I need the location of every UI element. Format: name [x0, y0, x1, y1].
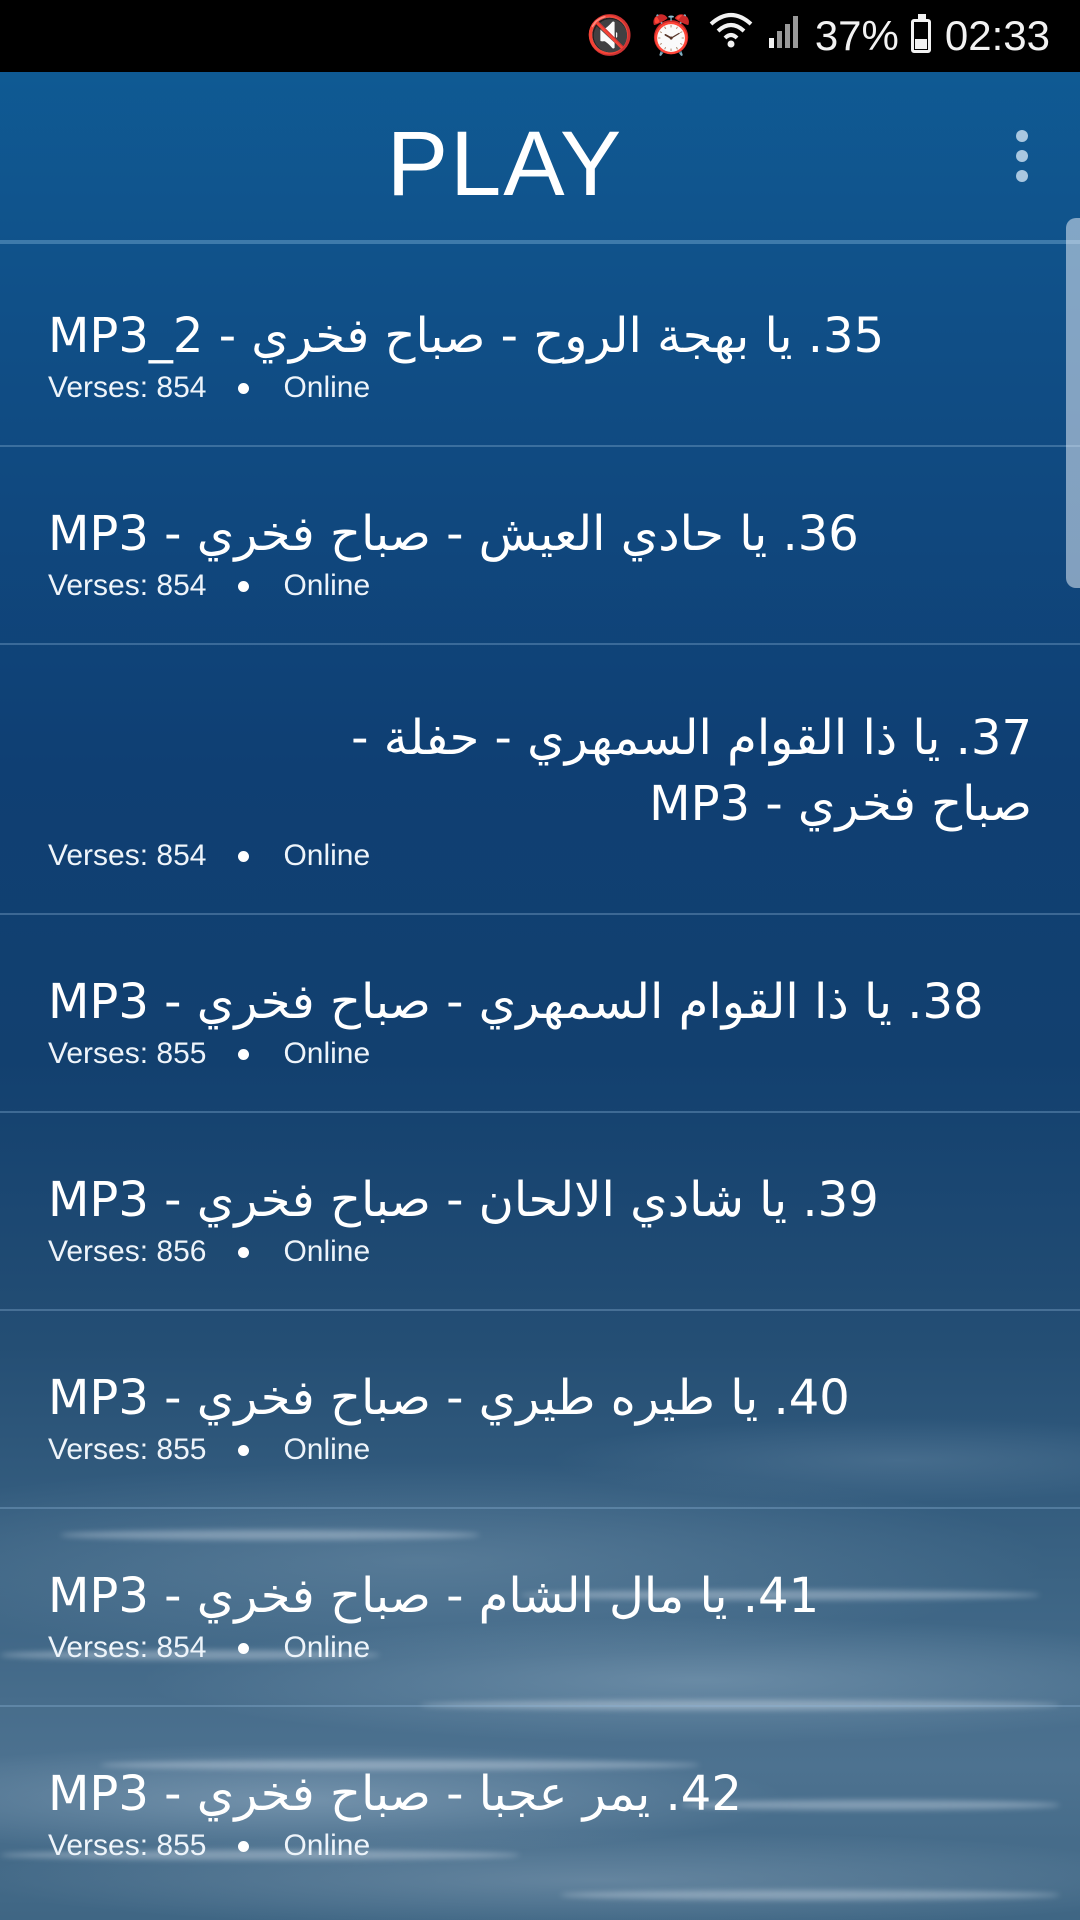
track-meta: Verses: 854 Online [48, 569, 1032, 603]
battery-icon [910, 14, 931, 53]
wifi-icon [709, 0, 753, 72]
track-status: Online [283, 839, 371, 872]
track-verses: Verses: 854 [48, 569, 207, 602]
track-verses: Verses: 856 [48, 1235, 207, 1268]
dot-separator-icon [238, 1444, 250, 1456]
list-item[interactable]: 39. يا شادي الالحان - صباح فخري - MP3 Ve… [0, 1113, 1080, 1311]
track-status: Online [283, 1433, 371, 1466]
track-list[interactable]: 35. يا بهجة الروح - صباح فخري - MP3_2 Ve… [0, 249, 1080, 1903]
track-title: 35. يا بهجة الروح - صباح فخري - MP3_2 [48, 308, 885, 364]
track-status: Online [283, 1037, 371, 1070]
alarm-icon: ⏰ [647, 15, 695, 57]
track-verses: Verses: 854 [48, 371, 207, 404]
dot-separator-icon [238, 1840, 250, 1852]
track-meta: Verses: 854 Online [48, 839, 1032, 873]
track-status: Online [283, 569, 371, 602]
page-title: PLAY [386, 113, 624, 215]
track-verses: Verses: 855 [48, 1037, 207, 1070]
track-status: Online [283, 1829, 371, 1862]
track-title: 41. يا مال الشام - صباح فخري - MP3 [48, 1568, 820, 1624]
signal-icon [767, 0, 801, 72]
track-title: 38. يا ذا القوام السمهري - صباح فخري - M… [48, 974, 984, 1030]
track-title: 42. يمر عجبا - صباح فخري - MP3 [48, 1766, 742, 1822]
track-meta: Verses: 855 Online [48, 1037, 1032, 1071]
track-meta: Verses: 856 Online [48, 1235, 1032, 1269]
track-status: Online [283, 1631, 371, 1664]
track-status: Online [283, 371, 371, 404]
list-item[interactable]: 42. يمر عجبا - صباح فخري - MP3 Verses: 8… [0, 1707, 1080, 1903]
status-clock: 02:33 [944, 12, 1050, 59]
dot-separator-icon [238, 1246, 250, 1258]
list-item[interactable]: 37. يا ذا القوام السمهري - حفلة - صباح ف… [0, 645, 1080, 915]
list-item[interactable]: 36. يا حادي العيش - صباح فخري - MP3 Vers… [0, 447, 1080, 645]
list-item[interactable]: 41. يا مال الشام - صباح فخري - MP3 Verse… [0, 1509, 1080, 1707]
dot-separator-icon [238, 1048, 250, 1060]
track-title: 39. يا شادي الالحان - صباح فخري - MP3 [48, 1172, 879, 1228]
track-verses: Verses: 855 [48, 1433, 207, 1466]
track-meta: Verses: 854 Online [48, 371, 1032, 405]
track-verses: Verses: 854 [48, 1631, 207, 1664]
track-title: 40. يا طيره طيري - صباح فخري - MP3 [48, 1370, 850, 1426]
track-verses: Verses: 855 [48, 1829, 207, 1862]
overflow-menu-icon[interactable] [1002, 130, 1042, 190]
dot-separator-icon [238, 580, 250, 592]
vibrate-mute-icon: 🔇 [586, 15, 634, 57]
app-bar-divider [0, 240, 1080, 244]
track-meta: Verses: 854 Online [48, 1631, 1032, 1665]
track-meta: Verses: 855 Online [48, 1433, 1032, 1467]
track-verses: Verses: 854 [48, 839, 207, 872]
dot-separator-icon [238, 850, 250, 862]
app-bar: PLAY [0, 72, 1080, 242]
track-title: 36. يا حادي العيش - صباح فخري - MP3 [48, 506, 859, 562]
status-bar: 🔇 ⏰ 37% 02:33 [0, 0, 1080, 72]
dot-separator-icon [238, 1642, 250, 1654]
list-item[interactable]: 38. يا ذا القوام السمهري - صباح فخري - M… [0, 915, 1080, 1113]
track-status: Online [283, 1235, 371, 1268]
track-meta: Verses: 855 Online [48, 1829, 1032, 1863]
list-item[interactable]: 40. يا طيره طيري - صباح فخري - MP3 Verse… [0, 1311, 1080, 1509]
list-item[interactable]: 35. يا بهجة الروح - صباح فخري - MP3_2 Ve… [0, 249, 1080, 447]
battery-percent: 37% [814, 12, 899, 59]
dot-separator-icon [238, 382, 250, 394]
scrollbar[interactable] [1066, 218, 1080, 588]
track-title: 37. يا ذا القوام السمهري - حفلة - صباح ف… [351, 710, 1032, 832]
